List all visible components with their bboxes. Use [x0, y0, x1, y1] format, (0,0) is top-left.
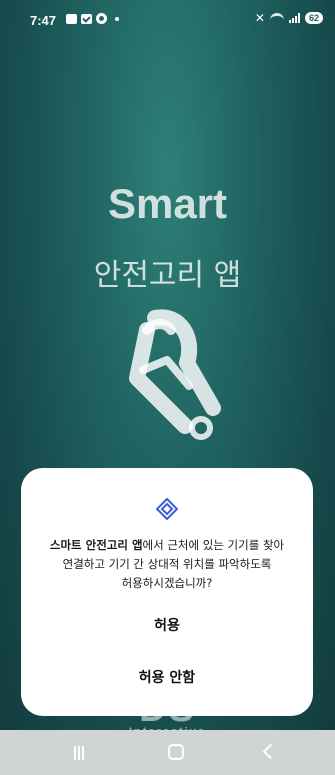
status-notification-icons — [66, 13, 119, 24]
deny-button[interactable]: 허용 안함 — [41, 660, 293, 696]
permission-dialog: 스마트 안전고리 앱에서 근처에 있는 기기를 찾아 연결하고 기기 간 상대적… — [21, 468, 313, 716]
recents-icon[interactable] — [73, 746, 85, 760]
dialog-message: 스마트 안전고리 앱에서 근처에 있는 기기를 찾아 연결하고 기기 간 상대적… — [33, 536, 301, 593]
back-icon[interactable] — [262, 743, 279, 760]
settings-icon — [96, 13, 107, 24]
check-box-icon — [81, 13, 92, 24]
wifi-icon — [269, 13, 284, 23]
gallery-icon — [66, 13, 77, 24]
allow-button[interactable]: 허용 — [41, 608, 293, 644]
home-icon[interactable] — [168, 744, 184, 760]
dialog-message-line3: 허용하시겠습니까? — [121, 576, 213, 590]
dialog-message-line1: 에서 근처에 있는 기기를 찾아 — [142, 538, 285, 552]
signal-icon — [288, 13, 300, 23]
dot-icon — [115, 16, 119, 21]
dialog-message-line2: 연결하고 기기 간 상대적 위치를 파악하도록 — [62, 557, 272, 571]
status-system-icons: ✕ 62 — [255, 11, 323, 25]
status-time: 7:47 — [30, 13, 57, 28]
status-bar: 7:47 ✕ 62 — [0, 0, 335, 40]
app-subtitle: 안전고리 앱 — [93, 258, 242, 293]
nearby-devices-icon — [156, 498, 178, 520]
mute-icon: ✕ — [254, 11, 265, 25]
dialog-app-name: 스마트 안전고리 앱 — [49, 538, 143, 552]
carabiner-icon — [129, 309, 221, 440]
app-title: Smart — [107, 180, 228, 227]
battery-icon: 62 — [304, 12, 323, 24]
navigation-bar — [0, 730, 335, 775]
